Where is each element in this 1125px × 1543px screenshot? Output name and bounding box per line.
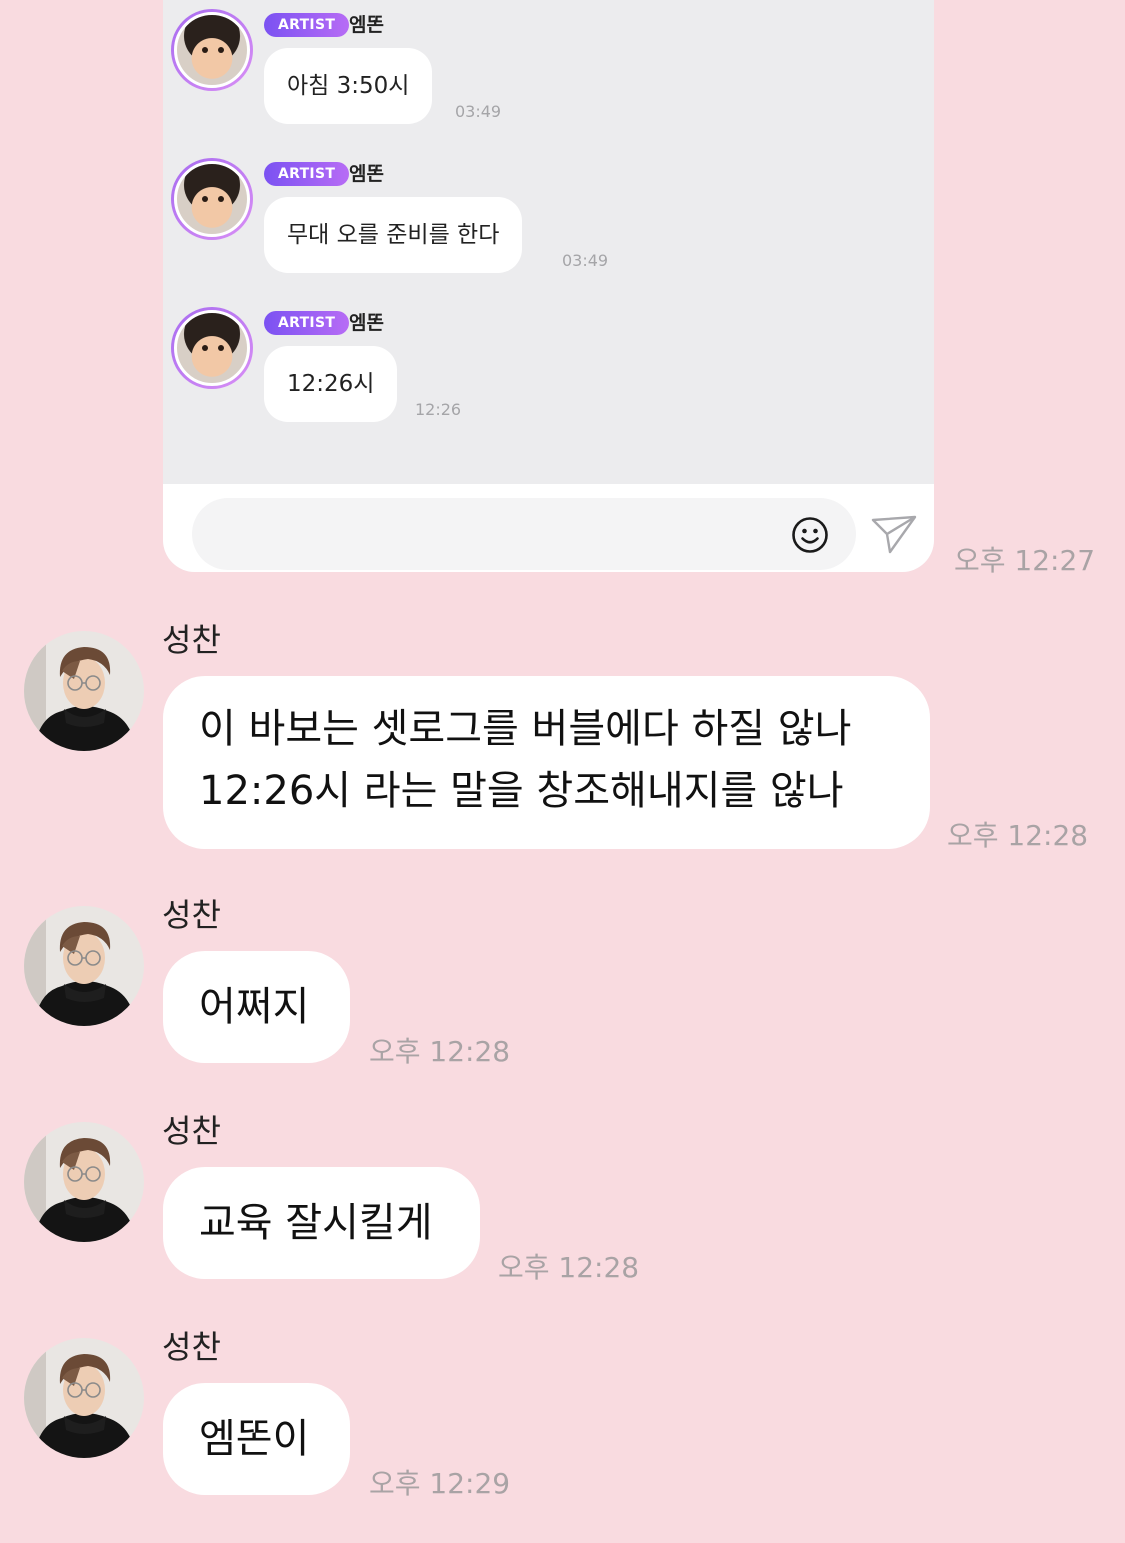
artist-name: 엠똔 xyxy=(349,312,384,334)
smile-icon[interactable] xyxy=(791,516,829,554)
artist-avatar xyxy=(171,307,253,389)
message-text: 이 바보는 셋로그를 버블에다 하질 않나 xyxy=(199,706,852,752)
sender-name: 성찬 xyxy=(162,896,221,934)
avatar[interactable] xyxy=(24,631,144,751)
sender-name: 성찬 xyxy=(162,621,221,659)
message-time: 오후 12:28 xyxy=(369,1035,511,1068)
shared-screenshot[interactable]: ARTIST 엠똔 아침 3:50시 03:49 ARTIST 엠똔 무대 오를… xyxy=(163,0,934,572)
message-composer xyxy=(163,484,934,572)
message-bubble[interactable]: 이 바보는 셋로그를 버블에다 하질 않나 12:26시 라는 말을 창조해내지… xyxy=(163,676,930,849)
avatar[interactable] xyxy=(24,1338,144,1458)
message-time: 오후 12:28 xyxy=(498,1251,640,1284)
message-text: 엠똔이 xyxy=(199,1416,310,1462)
message-bubble[interactable]: 어쩌지 xyxy=(163,951,350,1063)
artist-badge: ARTIST xyxy=(264,13,350,37)
artist-avatar xyxy=(171,9,253,91)
artist-name: 엠똔 xyxy=(349,14,384,36)
message-bubble[interactable]: 엠똔이 xyxy=(163,1383,350,1495)
message-bubble[interactable]: 교육 잘시킬게 xyxy=(163,1167,480,1279)
message-time: 오후 12:28 xyxy=(947,819,1089,852)
artist-avatar xyxy=(171,158,253,240)
message-text: 교육 잘시킬게 xyxy=(199,1200,433,1246)
artist-message: ARTIST 엠똔 아침 3:50시 03:49 xyxy=(163,0,934,140)
bubble-app-screenshot: ARTIST 엠똔 아침 3:50시 03:49 ARTIST 엠똔 무대 오를… xyxy=(163,0,934,572)
avatar[interactable] xyxy=(24,906,144,1026)
artist-bubble: 아침 3:50시 xyxy=(264,48,433,124)
artist-message-time: 03:49 xyxy=(455,102,502,121)
artist-bubble: 무대 오를 준비를 한다 xyxy=(264,197,523,273)
sender-name: 성찬 xyxy=(162,1328,221,1366)
avatar[interactable] xyxy=(24,1122,144,1242)
message-text: 어쩌지 xyxy=(199,984,310,1030)
artist-message: ARTIST 엠똔 12:26시 12:26 xyxy=(163,298,934,438)
artist-message-time: 03:49 xyxy=(562,251,609,270)
paper-plane-icon[interactable] xyxy=(870,514,918,556)
artist-badge: ARTIST xyxy=(264,162,350,186)
artist-message-time: 12:26 xyxy=(415,400,462,419)
sender-name: 성찬 xyxy=(162,1112,221,1150)
artist-badge: ARTIST xyxy=(264,311,350,335)
message-input[interactable] xyxy=(192,498,856,570)
artist-bubble: 12:26시 xyxy=(264,346,398,422)
message-text: 12:26시 라는 말을 창조해내지를 않나 xyxy=(199,768,844,814)
message-time: 오후 12:29 xyxy=(369,1467,511,1500)
artist-name: 엠똔 xyxy=(349,163,384,185)
artist-message: ARTIST 엠똔 무대 오를 준비를 한다 03:49 xyxy=(163,149,934,289)
message-time: 오후 12:27 xyxy=(954,544,1096,577)
